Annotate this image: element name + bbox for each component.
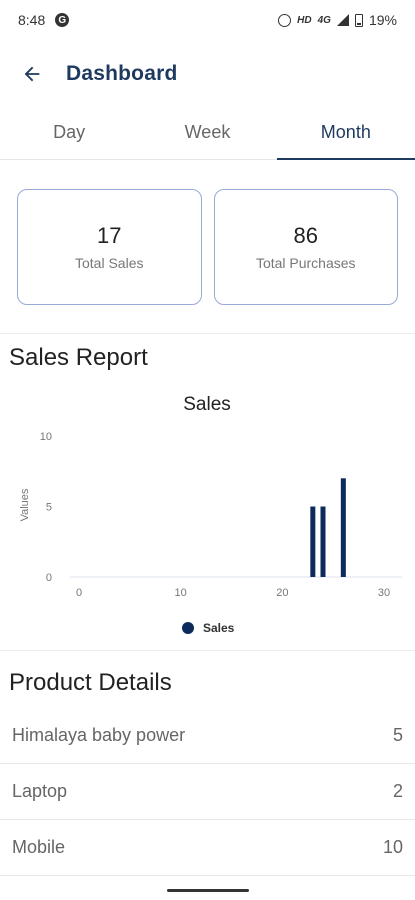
chart-bar[interactable] [340, 478, 346, 577]
product-qty: 10 [382, 837, 403, 857]
product-list: Himalaya baby power 5 Laptop 2 Mobile 10 [0, 708, 415, 876]
arrow-back-icon [24, 66, 40, 82]
legend-sales-label: Sales [203, 621, 235, 635]
divider [0, 333, 415, 334]
battery-percent: 19% [368, 12, 397, 28]
tab-month[interactable]: Month [276, 106, 415, 160]
home-indicator[interactable] [167, 889, 249, 892]
tab-week[interactable]: Week [138, 106, 276, 159]
legend-sales-marker [182, 622, 194, 634]
chart-x-tick-label: 30 [378, 587, 390, 599]
chart-bar[interactable] [310, 506, 316, 578]
sales-chart: Sales Values 0 5 10 0 10 20 30 Sales [19, 394, 402, 635]
total-sales-card[interactable]: 17 Total Sales [17, 189, 202, 305]
chart-x-tick-label: 0 [76, 587, 82, 599]
signal-icon [336, 14, 349, 26]
product-name: Mobile [12, 837, 66, 857]
sales-report-heading: Sales Report [9, 344, 148, 371]
chart-y-tick-label: 10 [40, 431, 52, 443]
total-sales-value: 17 [97, 223, 122, 248]
chart-y-axis-label: Values [19, 488, 31, 521]
tab-day[interactable]: Day [0, 106, 138, 159]
chart-x-ticks: 0 10 20 30 [76, 587, 390, 599]
chart-legend[interactable]: Sales [182, 621, 235, 635]
chart-bars [310, 478, 346, 577]
chart-y-tick-label: 5 [46, 502, 52, 514]
product-details-heading: Product Details [9, 669, 172, 696]
list-item[interactable]: Mobile 10 [0, 820, 415, 876]
product-qty: 5 [392, 725, 403, 745]
chart-x-tick-label: 20 [276, 587, 288, 599]
total-sales-label: Total Sales [75, 255, 144, 271]
page-title: Dashboard [66, 62, 178, 85]
list-item[interactable]: Himalaya baby power 5 [0, 708, 415, 764]
total-purchases-label: Total Purchases [255, 255, 356, 271]
app-bar: Dashboard [0, 48, 415, 100]
total-purchases-value: 86 [293, 223, 318, 248]
status-bar: 8:48 G HD 4G 19% [0, 0, 415, 40]
battery-icon [354, 13, 363, 27]
chart-bar[interactable] [320, 506, 326, 578]
alarm-icon [278, 13, 292, 27]
product-name: Himalaya baby power [12, 725, 186, 745]
status-time: 8:48 [18, 12, 46, 28]
google-icon: G [55, 13, 70, 27]
divider [0, 650, 415, 651]
signal-label: 4G [317, 14, 331, 26]
back-button[interactable] [0, 48, 64, 100]
product-name: Laptop [12, 781, 68, 801]
list-item[interactable]: Laptop 2 [0, 764, 415, 820]
product-qty: 2 [392, 781, 403, 801]
period-tabs: Day Week Month [0, 106, 415, 160]
summary-cards: 17 Total Sales 86 Total Purchases [17, 189, 398, 305]
status-icons: HD 4G 19% [278, 12, 397, 28]
total-purchases-card[interactable]: 86 Total Purchases [213, 189, 398, 305]
chart-y-tick-label: 0 [46, 572, 52, 584]
network-type: HD [297, 14, 312, 26]
chart-y-ticks: 0 5 10 [40, 431, 52, 584]
chart-x-tick-label: 10 [175, 587, 187, 599]
chart-title: Sales [183, 394, 231, 415]
